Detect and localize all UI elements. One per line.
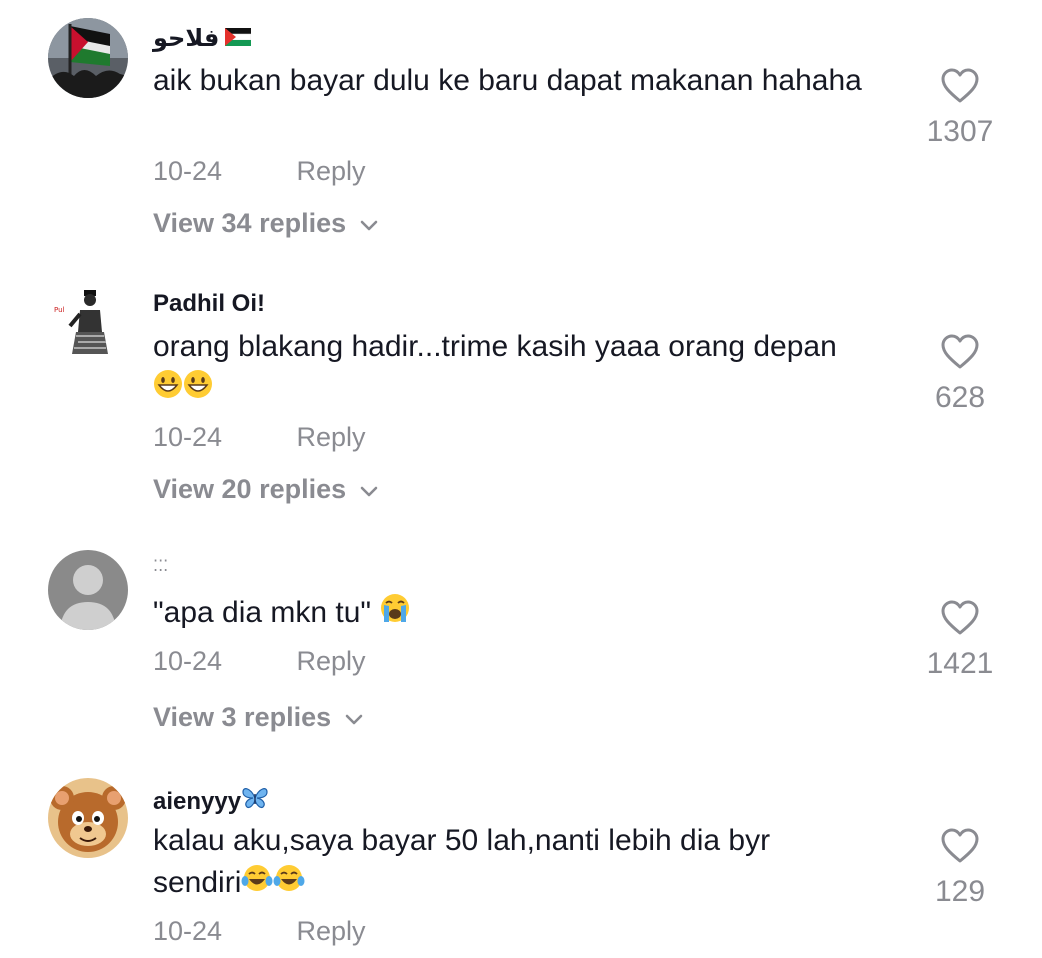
comment-meta: 10-24 Reply [153, 916, 366, 947]
username-label: ⁚⁚⁚ [153, 558, 169, 575]
like-group: 628 [920, 334, 1000, 415]
comment-text: "apa dia mkn tu" [153, 592, 913, 636]
grinning-face-emoji [153, 369, 183, 411]
comment-text-content: orang blakang hadir...trime kasih yaaa o… [153, 330, 837, 363]
tears-of-joy-emoji [273, 863, 305, 905]
comment-meta: 10-24 Reply [153, 646, 366, 677]
like-count: 1421 [926, 647, 994, 680]
view-replies-button[interactable]: View 34 replies [153, 208, 378, 239]
chevron-down-icon [345, 702, 363, 733]
view-replies-label: View 3 replies [153, 702, 332, 732]
reply-button[interactable]: Reply [297, 156, 366, 186]
comment-meta: 10-24 Reply [153, 156, 366, 187]
comment-username[interactable]: فلاحو [153, 24, 252, 53]
view-replies-button[interactable]: View 3 replies [153, 702, 363, 733]
comment-text: orang blakang hadir...trime kasih yaaa o… [153, 326, 913, 411]
like-count: 1307 [926, 115, 994, 148]
avatar[interactable] [48, 778, 128, 858]
butterfly-icon [241, 786, 269, 817]
like-group: 1307 [920, 68, 1000, 149]
avatar[interactable] [48, 550, 128, 630]
comment-text-line2: sendiri [153, 866, 242, 899]
reply-button[interactable]: Reply [297, 422, 366, 452]
comment-date: 10-24 [153, 916, 223, 946]
comment-text: aik bukan bayar dulu ke baru dapat makan… [153, 64, 862, 97]
heart-icon[interactable] [920, 68, 1000, 109]
comment-text-line1: kalau aku,saya bayar 50 lah,nanti lebih … [153, 824, 771, 857]
view-replies-label: View 20 replies [153, 474, 347, 504]
like-count: 628 [934, 381, 986, 414]
username-label: Padhil Oi! [153, 290, 266, 317]
heart-icon[interactable] [920, 828, 1000, 869]
heart-icon[interactable] [920, 334, 1000, 375]
comment-text-content: "apa dia mkn tu" [153, 596, 372, 629]
comment-date: 10-24 [153, 646, 223, 676]
like-group: 129 [920, 828, 1000, 909]
username-label: فلاحو [153, 25, 220, 52]
comment-date: 10-24 [153, 422, 223, 452]
tears-of-joy-emoji [241, 863, 273, 905]
chevron-down-icon [360, 474, 378, 505]
comment-meta: 10-24 Reply [153, 422, 366, 453]
comment-username[interactable]: aienyyy [153, 786, 269, 817]
palestine-flag-icon [225, 25, 252, 53]
svg-text:Pul: Pul [54, 306, 65, 314]
comment-username[interactable]: ⁚⁚⁚ [153, 556, 168, 576]
username-label: aienyyy [153, 787, 242, 815]
crying-face-emoji [379, 592, 411, 636]
comment-username[interactable]: Padhil Oi! [153, 290, 265, 318]
chevron-down-icon [360, 208, 378, 239]
heart-icon[interactable] [920, 600, 1000, 641]
comment-text: kalau aku,saya bayar 50 lah,nanti lebih … [153, 820, 913, 905]
reply-button[interactable]: Reply [297, 916, 366, 946]
avatar[interactable]: Pul [48, 282, 128, 362]
grinning-face-emoji [183, 369, 213, 411]
reply-button[interactable]: Reply [297, 646, 366, 676]
view-replies-button[interactable]: View 20 replies [153, 474, 378, 505]
like-group: 1421 [920, 600, 1000, 681]
view-replies-label: View 34 replies [153, 208, 347, 238]
comment-date: 10-24 [153, 156, 223, 186]
avatar[interactable] [48, 18, 128, 98]
like-count: 129 [934, 875, 986, 908]
